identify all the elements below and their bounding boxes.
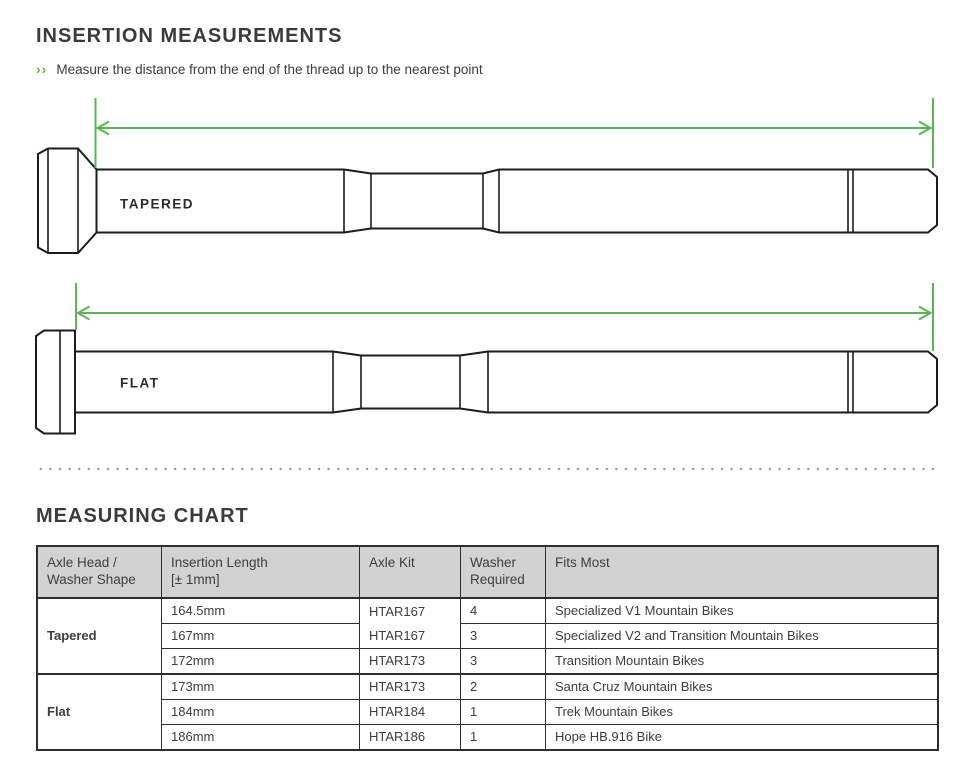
fits-cell: Hope HB.916 Bike [546, 725, 937, 749]
header-line: Axle Head / [47, 554, 155, 571]
instruction-line: ›› Measure the distance from the end of t… [36, 61, 483, 77]
washer-cell: 2 [461, 675, 546, 700]
length-cell: 173mm [162, 675, 360, 700]
tapered-axle-head [38, 149, 97, 254]
fits-cell: Transition Mountain Bikes [546, 649, 937, 675]
flat-axle-shaft-segments [333, 352, 853, 413]
section-title-measuring-chart: MEASURING CHART [36, 505, 249, 528]
section-title-insertion-measurements: INSERTION MEASUREMENTS [36, 25, 342, 48]
col-header-axle-head-washer-shape: Axle Head / Washer Shape [38, 547, 162, 599]
tapered-label: TAPERED [120, 197, 194, 212]
kit-cell: HTAR167 [360, 624, 461, 649]
length-cell: 172mm [162, 649, 360, 675]
instruction-text: Measure the distance from the end of the… [56, 62, 482, 77]
kit-cell: HTAR173 [360, 675, 461, 700]
table-row: Flat 173mm HTAR173 2 Santa Cruz Mountain… [38, 675, 937, 700]
shape-cell-tapered: Tapered [38, 599, 162, 675]
fits-cell: Trek Mountain Bikes [546, 700, 937, 725]
header-line: Washer Shape [47, 571, 155, 588]
washer-cell: 3 [461, 649, 546, 675]
table-row: 172mm HTAR173 3 Transition Mountain Bike… [38, 649, 937, 675]
tapered-axle-shaft-segments [344, 170, 853, 233]
col-header-fits-most: Fits Most [546, 547, 937, 599]
header-line: Axle Kit [369, 554, 454, 571]
axle-diagrams: TAPERED FLAT [0, 90, 970, 460]
washer-cell: 1 [461, 725, 546, 749]
flat-axle-drawing [36, 331, 937, 434]
fits-cell: Specialized V2 and Transition Mountain B… [546, 624, 937, 649]
flat-dimension-arrow [76, 283, 933, 351]
tapered-dimension-extension-lines [96, 98, 934, 168]
col-header-washer-required: Washer Required [461, 547, 546, 599]
length-cell: 164.5mm [162, 599, 360, 624]
dotted-divider [36, 467, 935, 471]
header-line: Fits Most [555, 554, 931, 571]
fits-cell: Santa Cruz Mountain Bikes [546, 675, 937, 700]
header-line: [± 1mm] [171, 571, 353, 588]
length-cell: 184mm [162, 700, 360, 725]
shape-cell-flat: Flat [38, 675, 162, 749]
table-row: Tapered 164.5mm HTAR167 4 Specialized V1… [38, 599, 937, 624]
header-row: Axle Head / Washer Shape Insertion Lengt… [38, 547, 937, 599]
double-chevron-icon: ›› [36, 61, 47, 77]
table-row: 184mm HTAR184 1 Trek Mountain Bikes [38, 700, 937, 725]
col-header-axle-kit: Axle Kit [360, 547, 461, 599]
length-cell: 186mm [162, 725, 360, 749]
kit-cell: HTAR173 [360, 649, 461, 675]
tapered-axle-shaft [97, 170, 938, 233]
flat-label: FLAT [120, 376, 160, 391]
kit-cell: HTAR167 [360, 599, 461, 624]
length-cell: 167mm [162, 624, 360, 649]
washer-cell: 1 [461, 700, 546, 725]
flat-axle-shaft [75, 352, 937, 413]
header-line: Required [470, 571, 539, 588]
page: { "page": { "section1_title": "INSERTION… [0, 0, 970, 776]
washer-cell: 3 [461, 624, 546, 649]
header-line: Insertion Length [171, 554, 353, 571]
header-line: Washer [470, 554, 539, 571]
fits-cell: Specialized V1 Mountain Bikes [546, 599, 937, 624]
kit-cell: HTAR186 [360, 725, 461, 749]
kit-cell: HTAR184 [360, 700, 461, 725]
flat-dimension-extension-lines [76, 283, 933, 351]
washer-cell: 4 [461, 599, 546, 624]
table-row: 186mm HTAR186 1 Hope HB.916 Bike [38, 725, 937, 749]
flat-axle-head [36, 331, 75, 434]
col-header-insertion-length: Insertion Length [± 1mm] [162, 547, 360, 599]
tapered-dimension-arrow [96, 98, 934, 168]
table-row: 167mm HTAR167 3 Specialized V2 and Trans… [38, 624, 937, 649]
measuring-chart-table: Axle Head / Washer Shape Insertion Lengt… [36, 545, 939, 751]
measuring-chart: Axle Head / Washer Shape Insertion Lengt… [36, 545, 939, 751]
